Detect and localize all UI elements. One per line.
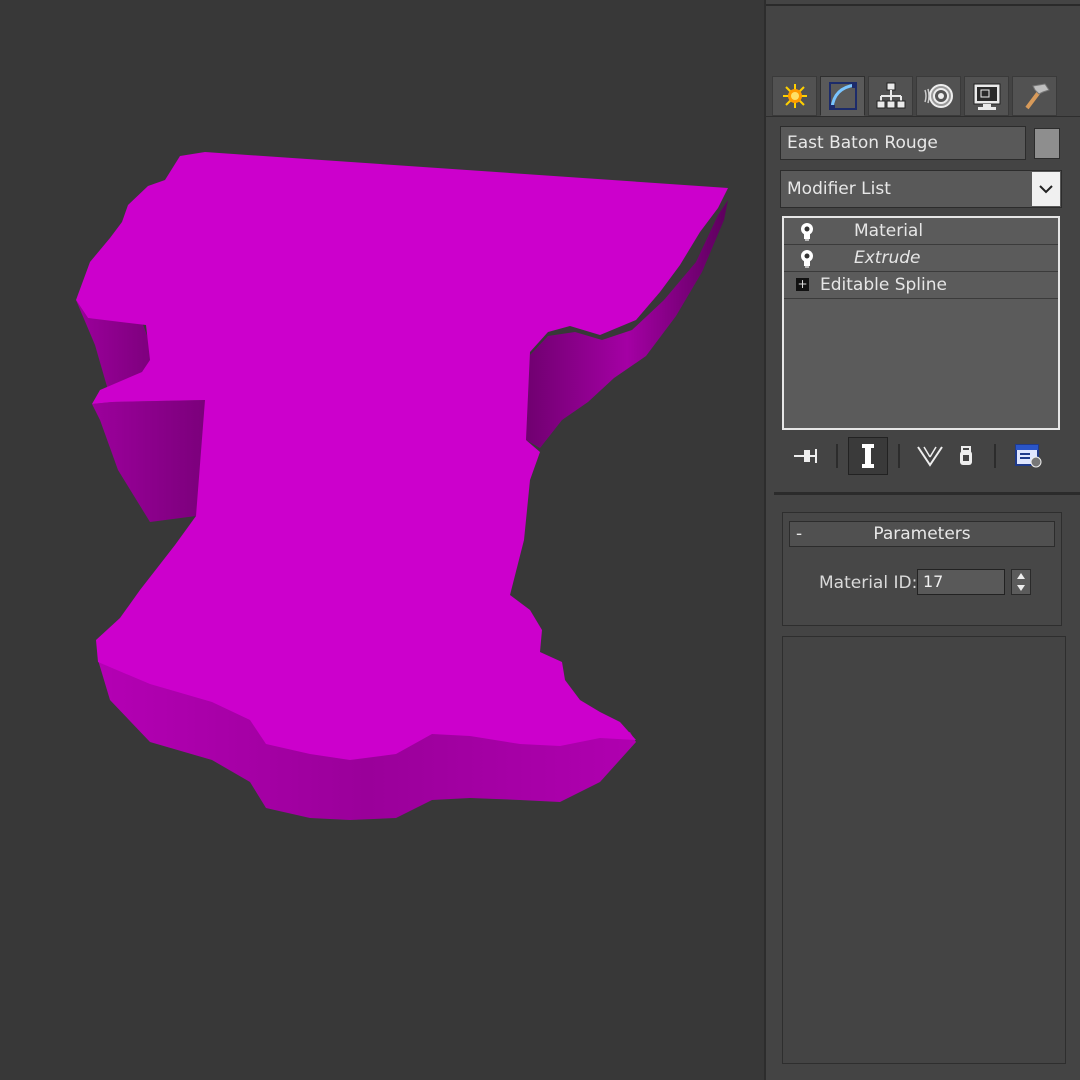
- tabs-baseline: [766, 116, 1080, 117]
- modify-icon: [828, 82, 857, 110]
- object-name-field[interactable]: East Baton Rouge: [780, 126, 1026, 160]
- object-color-swatch[interactable]: [1034, 128, 1060, 159]
- hierarchy-icon: [876, 82, 905, 109]
- configure-sets-icon: [1015, 444, 1042, 468]
- modifier-list-label: Modifier List: [787, 179, 891, 199]
- modifier-stack[interactable]: Material Extrude + Editable Spline: [782, 216, 1060, 430]
- perspective-viewport[interactable]: [0, 0, 764, 1080]
- remove-modifier-button[interactable]: [948, 438, 984, 474]
- lightbulb-icon[interactable]: [798, 222, 816, 242]
- stack-item-editable-spline[interactable]: + Editable Spline: [784, 272, 1058, 299]
- spinner-up-icon[interactable]: [1012, 570, 1030, 582]
- make-unique-button[interactable]: [912, 438, 948, 474]
- tab-motion[interactable]: [916, 76, 961, 116]
- panel-top-band: [766, 0, 1080, 70]
- material-id-spinner[interactable]: [1011, 569, 1031, 595]
- motion-icon: [923, 84, 953, 108]
- chevron-down-icon[interactable]: [1032, 172, 1060, 206]
- parameters-rollout: - Parameters Material ID: 17: [782, 512, 1062, 626]
- command-panel: East Baton Rouge Modifier List Material: [764, 0, 1080, 1080]
- create-icon: [782, 84, 807, 108]
- stack-item-label: Material: [854, 221, 924, 241]
- stack-item-material[interactable]: Material: [784, 218, 1058, 245]
- material-id-input[interactable]: 17: [917, 569, 1005, 595]
- utilities-icon: [1024, 83, 1050, 110]
- tab-hierarchy[interactable]: [868, 76, 913, 116]
- stack-item-extrude[interactable]: Extrude: [784, 245, 1058, 272]
- material-id-label: Material ID:: [819, 573, 918, 593]
- show-end-result-icon: [862, 444, 874, 468]
- tab-create[interactable]: [772, 76, 817, 116]
- extruded-county-mesh[interactable]: [0, 0, 764, 1080]
- empty-rollout-area: [782, 636, 1066, 1064]
- lightbulb-icon[interactable]: [798, 249, 816, 269]
- spinner-down-icon[interactable]: [1012, 582, 1030, 594]
- trash-icon: [960, 446, 972, 465]
- pin-stack-button[interactable]: [788, 438, 824, 474]
- parameters-rollout-header[interactable]: - Parameters: [789, 521, 1055, 547]
- tab-modify[interactable]: [820, 76, 865, 116]
- tab-utilities[interactable]: [1012, 76, 1057, 116]
- panel-divider: [774, 492, 1080, 495]
- tab-display[interactable]: [964, 76, 1009, 116]
- pin-icon: [794, 449, 817, 463]
- modifier-list-dropdown[interactable]: Modifier List: [780, 170, 1062, 208]
- display-icon: [973, 83, 1000, 110]
- toolbar-separator: [994, 444, 996, 468]
- stack-item-label: Extrude: [854, 248, 921, 268]
- modifier-stack-toolbar: [782, 436, 1062, 478]
- make-unique-icon: [917, 446, 943, 467]
- configure-modifier-sets-button[interactable]: [1010, 438, 1046, 474]
- toolbar-separator: [836, 444, 838, 468]
- expand-plus-icon[interactable]: +: [796, 278, 809, 291]
- stack-item-label: Editable Spline: [820, 275, 947, 295]
- rollout-title: Parameters: [873, 524, 971, 544]
- show-end-result-button[interactable]: [848, 437, 888, 475]
- command-panel-tabs: [772, 76, 1057, 116]
- toolbar-separator: [898, 444, 900, 468]
